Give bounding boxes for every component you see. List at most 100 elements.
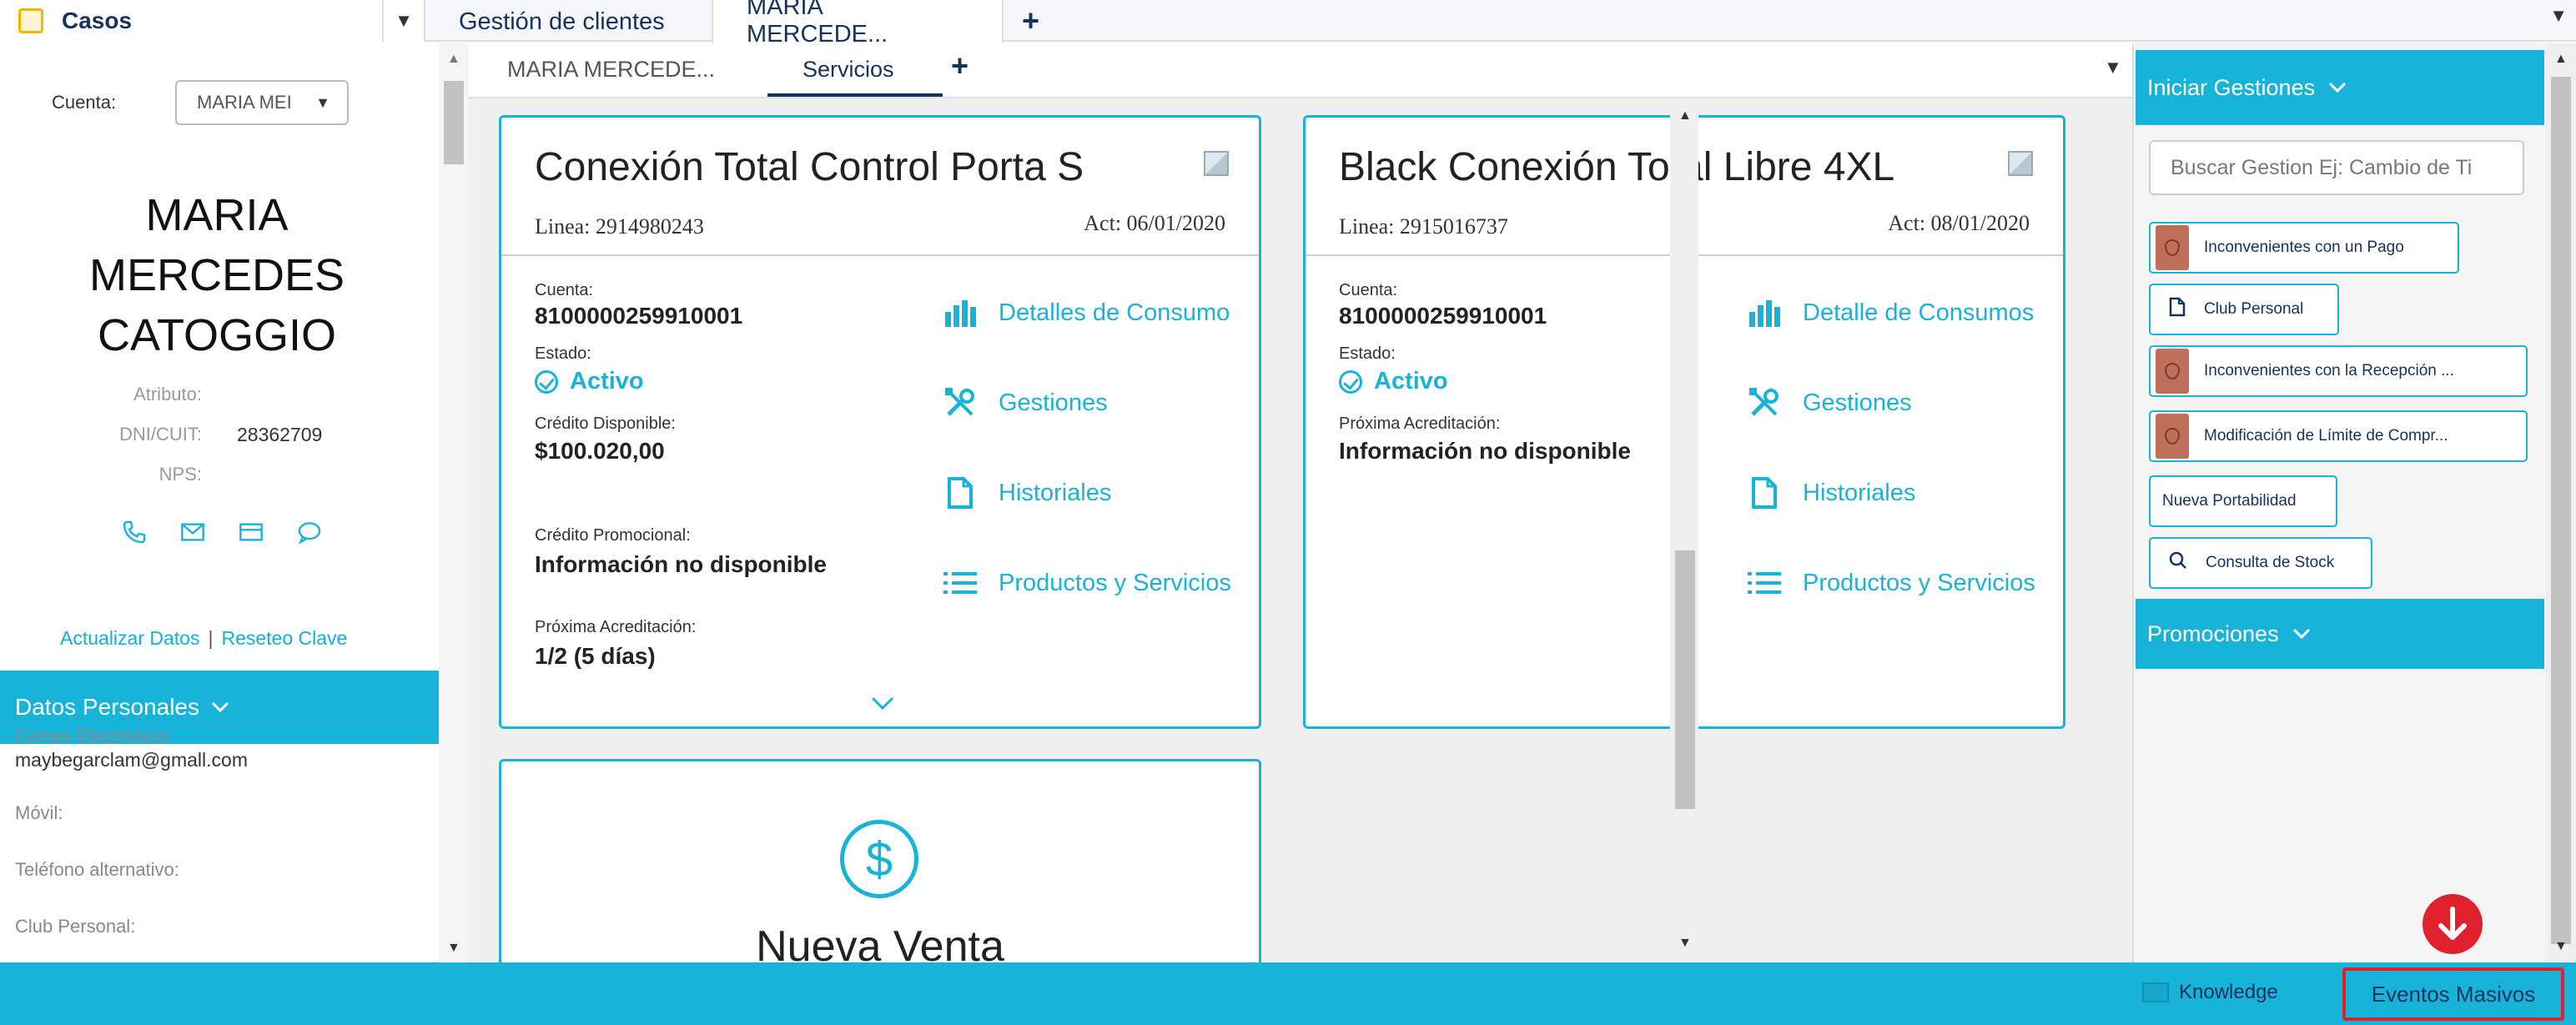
cuenta-row: Cuenta: MARIA MEI ▼ [0, 80, 434, 125]
expand-chevron-icon[interactable] [870, 695, 895, 711]
action-label: Productos y Servicios [999, 569, 1231, 596]
arrow-down-icon [2423, 894, 2483, 954]
gestion-inconvenientes-pago[interactable]: Inconvenientes con un Pago [2149, 222, 2459, 274]
left-panel-scrollbar[interactable]: ▲ ▼ [439, 43, 469, 962]
datos-personales-title: Datos Personales [15, 694, 200, 720]
gestion-nueva-portabilidad[interactable]: Nueva Portabilidad [2149, 475, 2337, 527]
historiales-link[interactable]: Historiales [943, 476, 1111, 510]
customer-name-line: MERCEDES [88, 250, 345, 300]
actualizar-datos-link[interactable]: Actualizar Datos [60, 627, 199, 649]
email-icon[interactable] [179, 519, 206, 545]
productos-servicios-link[interactable]: Productos y Servicios [943, 566, 1231, 600]
gestion-label: Nueva Portabilidad [2162, 492, 2297, 510]
chevron-down-icon: ▼ [315, 93, 330, 111]
credito-promo-label: Crédito Promocional: [535, 526, 691, 545]
scrollbar-thumb[interactable] [2551, 77, 2571, 944]
dollar-circle-icon: $ [840, 820, 918, 898]
nps-label: NPS: [158, 464, 202, 485]
action-label: Productos y Servicios [1803, 569, 2035, 596]
scroll-up-icon[interactable]: ▲ [447, 52, 460, 67]
estado-status: Activo [1339, 368, 1448, 395]
bar-chart-icon [1748, 296, 1781, 329]
action-label: Historiales [1803, 479, 1916, 506]
chevron-down-icon[interactable]: ▼ [2104, 57, 2122, 78]
scrollbar-thumb[interactable] [1675, 550, 1695, 809]
gestiones-link[interactable]: Gestiones [943, 386, 1108, 420]
cuenta-select[interactable]: MARIA MEI ▼ [175, 80, 349, 125]
reseteo-clave-link[interactable]: Reseteo Clave [221, 627, 347, 649]
estado-status: Activo [535, 368, 644, 395]
nueva-venta-label: Nueva Venta [756, 922, 1004, 962]
customer-highlight-panel: Cuenta: MARIA MEI ▼ MARIA MERCEDES CATOG… [0, 43, 442, 962]
nueva-venta-card[interactable]: $ Nueva Venta [499, 759, 1261, 962]
gestion-label: Consulta de Stock [2206, 554, 2335, 571]
tab-maria-mercedes[interactable]: MARIA MERCEDE... [713, 0, 1004, 48]
productos-servicios-link[interactable]: Productos y Servicios [1748, 566, 2035, 600]
chat-icon[interactable] [296, 519, 323, 545]
detalles-consumo-link[interactable]: Detalles de Consumo [943, 296, 1230, 329]
gestiones-link[interactable]: Gestiones [1748, 386, 1912, 420]
field-label: Club Personal: [15, 916, 136, 937]
promociones-header[interactable]: Promociones [2136, 599, 2544, 669]
tools-icon [943, 386, 977, 420]
workspace-tab-bar: Casos ▼ Gestión de clientes MARIA MERCED… [0, 0, 2576, 48]
chevron-down-icon[interactable]: ▼ [2549, 5, 2568, 27]
eventos-masivos-label: Eventos Masivos [2371, 981, 2536, 1007]
scrollbar-thumb[interactable] [444, 81, 464, 164]
right-panel-scrollbar[interactable]: ▲ ▼ [2546, 43, 2576, 962]
gestion-search-input[interactable]: Buscar Gestion Ej: Cambio de Ti [2149, 140, 2524, 195]
gestion-modificacion-limite[interactable]: Modificación de Límite de Compr... [2149, 410, 2528, 462]
iniciar-gestiones-header[interactable]: Iniciar Gestiones [2136, 50, 2544, 125]
credito-promo-value: Información no disponible [535, 551, 827, 577]
card-icon[interactable] [238, 519, 264, 545]
scroll-up-icon[interactable]: ▲ [2554, 52, 2568, 67]
linea-number: Linea: 2915016737 [1339, 214, 1508, 239]
gestion-inconvenientes-recepcion[interactable]: Inconvenientes con la Recepción ... [2149, 345, 2528, 397]
bar-chart-icon [943, 296, 977, 329]
action-label: Detalles de Consumo [999, 299, 1230, 326]
knowledge-icon [2142, 982, 2169, 1002]
shield-icon [2156, 225, 2189, 270]
scroll-down-icon[interactable]: ▼ [2554, 939, 2568, 954]
email-value: maybegarclam@gmall.com [15, 749, 248, 771]
historiales-link[interactable]: Historiales [1748, 476, 1915, 510]
scroll-down-icon[interactable]: ▼ [447, 941, 460, 956]
gestion-label: Inconvenientes con un Pago [2204, 239, 2404, 256]
check-circle-icon [1339, 369, 1362, 394]
shield-icon [2156, 414, 2189, 459]
subtab-customer[interactable]: MARIA MERCEDE... [507, 57, 715, 83]
field-label: Correo Electrónico: [15, 726, 173, 746]
knowledge-button[interactable]: Knowledge [2142, 981, 2278, 1004]
tools-icon [1748, 386, 1781, 420]
gestion-label: Inconvenientes con la Recepción ... [2204, 362, 2454, 379]
scroll-up-icon[interactable]: ▲ [1678, 108, 1692, 123]
estado-label: Estado: [535, 344, 591, 363]
gestion-label: Club Personal [2204, 300, 2304, 318]
subtab-servicios[interactable]: Servicios [802, 57, 894, 83]
shield-icon [2156, 349, 2189, 394]
cuenta-label: Cuenta: [52, 92, 117, 113]
tab-gestion-clientes[interactable]: Gestión de clientes [425, 0, 713, 43]
gestion-consulta-stock[interactable]: Consulta de Stock [2149, 537, 2372, 589]
phone-icon[interactable] [121, 519, 148, 545]
act-date: Act: 06/01/2020 [1084, 211, 1225, 235]
app-tab-casos[interactable]: Casos ▼ [0, 0, 425, 42]
promociones-title: Promociones [2147, 621, 2279, 646]
scroll-down-icon[interactable]: ▼ [1678, 936, 1692, 951]
folder-icon [18, 8, 43, 33]
check-circle-icon [535, 369, 558, 394]
gestion-club-personal[interactable]: Club Personal [2149, 284, 2339, 335]
proxima-label: Próxima Acreditación: [535, 618, 697, 636]
cuenta-label: Cuenta: [1339, 281, 1398, 299]
center-scrollbar[interactable]: ▲ ▼ [1670, 108, 1698, 962]
gestion-label: Modificación de Límite de Compr... [2204, 427, 2448, 445]
add-subtab-icon[interactable]: + [951, 48, 969, 83]
subtab-bar: MARIA MERCEDE... Servicios + ▼ [469, 43, 2137, 98]
eventos-masivos-button[interactable]: Eventos Masivos [2342, 967, 2564, 1021]
add-tab-icon[interactable]: + [1022, 0, 1039, 42]
linea-number: Linea: 2914980243 [535, 214, 704, 239]
chevron-down-icon[interactable]: ▼ [382, 0, 424, 42]
app-tab-label: Casos [62, 8, 133, 33]
account-links: Actualizar Datos | Reseteo Clave [60, 627, 347, 650]
detalle-consumos-link[interactable]: Detalle de Consumos [1748, 296, 2034, 329]
